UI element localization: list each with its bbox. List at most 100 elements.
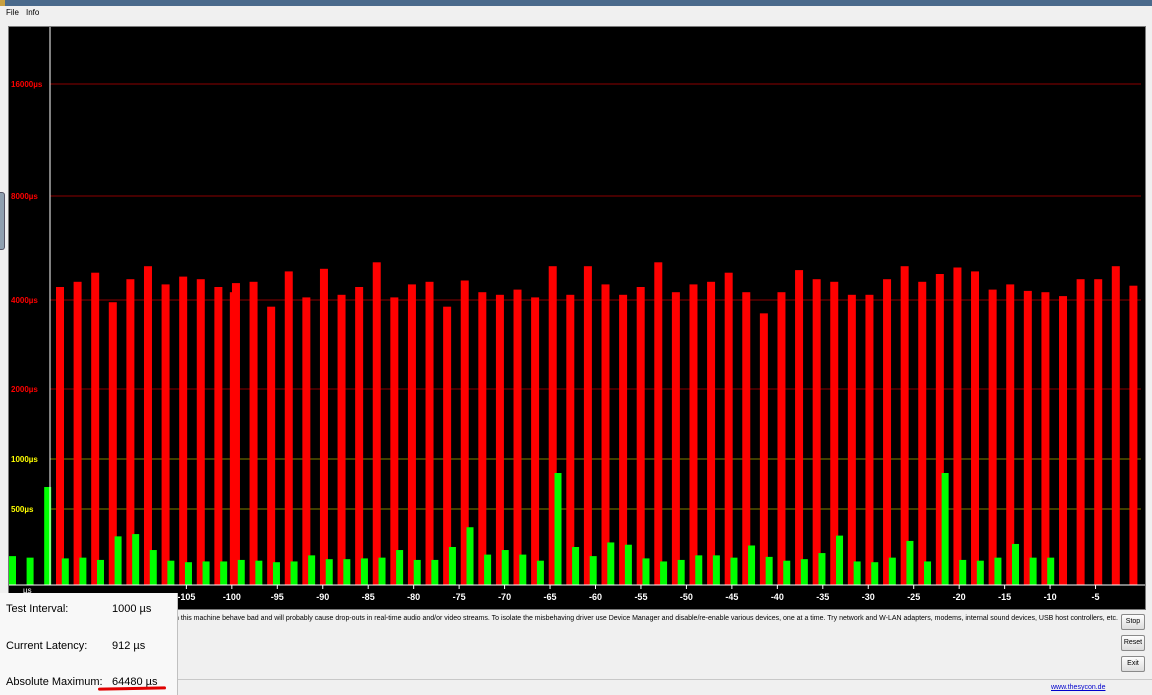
x-tick-label: -85 — [362, 592, 375, 602]
side-tab-handle[interactable] — [0, 192, 5, 250]
bar-green — [888, 557, 896, 585]
y-tick-label: 2000µs — [11, 385, 38, 394]
bar-red — [619, 294, 628, 585]
y-tick-label: 1000µs — [11, 455, 38, 464]
bar-red — [724, 272, 733, 585]
bar-green — [871, 562, 879, 585]
bar-green — [765, 556, 773, 585]
bar-green — [396, 550, 404, 585]
bar-red — [319, 268, 328, 585]
bar-red — [407, 284, 416, 585]
y-tick-label: 16000µs — [11, 80, 43, 89]
bar-green — [642, 558, 650, 585]
status-message: n this machine behave bad and will proba… — [175, 615, 1118, 622]
bar-red — [1094, 279, 1103, 585]
x-tick-label: -10 — [1044, 592, 1057, 602]
bar-red — [900, 266, 909, 585]
bar-green — [959, 559, 967, 585]
x-tick-label: -5 — [1092, 592, 1100, 602]
bar-green — [924, 561, 932, 585]
bar-red — [267, 306, 276, 585]
bar-green — [501, 550, 509, 585]
bar-red — [56, 287, 64, 585]
x-tick-label: -45 — [725, 592, 738, 602]
menu-file[interactable]: File — [6, 8, 19, 17]
bar-green — [624, 544, 632, 585]
menu-info[interactable]: Info — [26, 8, 39, 17]
bar-red — [249, 281, 258, 585]
bar-red — [337, 294, 346, 585]
bar-green — [325, 559, 333, 585]
bar-green — [255, 560, 263, 585]
x-tick-label: -100 — [223, 592, 241, 602]
bar-green — [61, 558, 69, 585]
bar-red — [161, 284, 170, 585]
test-interval-value: 1000 µs — [112, 603, 152, 615]
bar-green — [114, 536, 122, 585]
current-latency-label: Current Latency: — [6, 640, 88, 652]
bar-red — [971, 271, 980, 585]
bar-green — [308, 555, 316, 585]
bar-green — [431, 559, 439, 585]
bar-red-highlight — [229, 292, 236, 585]
exit-button[interactable]: Exit — [1121, 656, 1145, 672]
website-link[interactable]: www.thesycon.de — [1051, 684, 1105, 691]
bar-red — [777, 292, 786, 585]
bar-green — [572, 547, 580, 585]
x-tick-label: -30 — [862, 592, 875, 602]
bar-green — [906, 540, 914, 585]
bar-green — [836, 535, 844, 585]
bar-red — [812, 279, 821, 585]
bar-green — [800, 559, 808, 585]
x-tick-label: -75 — [453, 592, 466, 602]
bar-red — [847, 294, 856, 585]
bar-red — [636, 287, 645, 585]
bar-green — [26, 557, 34, 585]
bar-red — [302, 297, 311, 585]
bar-green — [448, 547, 456, 585]
x-tick-label: -35 — [816, 592, 829, 602]
bar-red — [495, 294, 504, 585]
bar-red — [196, 279, 205, 585]
bar-green — [378, 557, 386, 585]
bar-green — [79, 557, 87, 585]
info-panel: Test Interval: 1000 µs Current Latency: … — [0, 593, 178, 695]
y-tick-label: 8000µs — [11, 192, 38, 201]
x-tick-label: -40 — [771, 592, 784, 602]
bar-red — [1059, 296, 1068, 585]
bar-green — [96, 559, 104, 585]
bar-green — [677, 559, 685, 585]
bar-green — [167, 560, 175, 585]
bar-red — [1041, 292, 1050, 585]
bar-red — [179, 276, 188, 585]
bar-green — [730, 557, 738, 585]
reset-button[interactable]: Reset — [1121, 635, 1145, 651]
bar-red — [759, 313, 768, 585]
bar-green — [484, 554, 492, 585]
x-tick-label: -90 — [316, 592, 329, 602]
test-interval-row: Test Interval: 1000 µs — [6, 603, 151, 615]
bar-red — [214, 287, 223, 585]
bar-red — [742, 292, 751, 585]
bar-red — [355, 287, 364, 585]
x-tick-label: -20 — [953, 592, 966, 602]
bar-red — [143, 266, 152, 585]
bar-green — [941, 473, 949, 585]
bar-red — [918, 281, 927, 585]
bar-green — [589, 556, 597, 585]
stop-button[interactable]: Stop — [1121, 614, 1145, 630]
current-latency-row: Current Latency: 912 µs — [6, 640, 145, 652]
bar-red — [531, 297, 540, 585]
bar-green — [994, 557, 1002, 585]
bar-red — [689, 284, 698, 585]
bar-red — [372, 262, 381, 585]
bar-green — [1012, 543, 1020, 585]
menu-bar: File Info — [0, 6, 1152, 19]
bar-green — [607, 542, 615, 585]
bar-red — [883, 279, 892, 585]
bar-green — [360, 558, 368, 585]
y-tick-label: 4000µs — [11, 296, 38, 305]
bar-green — [660, 561, 668, 585]
bar-red — [988, 289, 997, 585]
x-tick-label: -15 — [998, 592, 1011, 602]
